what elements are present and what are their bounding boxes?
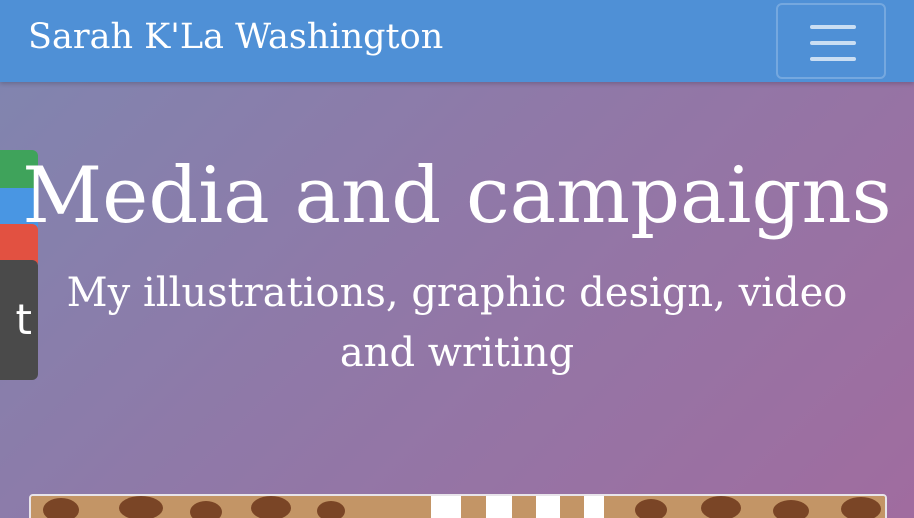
featured-image	[31, 496, 885, 518]
hamburger-menu-icon-bar	[810, 41, 856, 45]
hamburger-menu-icon	[810, 25, 856, 29]
share-tab-label: t	[15, 295, 32, 344]
featured-image-card[interactable]	[29, 494, 887, 518]
page-title: Media and campaigns	[22, 151, 892, 241]
site-brand[interactable]: Sarah K'La Washington	[28, 17, 443, 57]
top-navbar: Sarah K'La Washington	[0, 0, 914, 82]
share-tab-dark[interactable]: t	[0, 260, 38, 380]
hamburger-menu-icon-bar	[810, 57, 856, 61]
hamburger-menu-button[interactable]	[776, 3, 886, 79]
page-subtitle: My illustrations, graphic design, video …	[66, 270, 848, 376]
